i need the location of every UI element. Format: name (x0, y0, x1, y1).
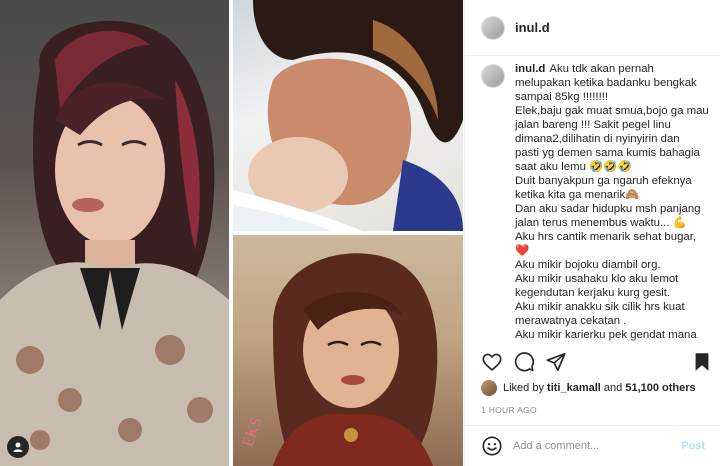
post-media[interactable]: EKS (0, 0, 463, 466)
caption: inul.d Aku tdk akan pernah melupakan keti… (481, 62, 713, 342)
post-detail-panel: inul.d inul.d Aku tdk akan pernah melupak… (464, 0, 720, 466)
post-header: inul.d (465, 0, 720, 56)
caption-line: Dan aku sadar hidupku msh panjang (515, 203, 701, 215)
photo-mother-and-baby (233, 0, 463, 231)
caption-line: ❤️ (515, 245, 530, 257)
caption-line: Elek,baju gak muat smua,bojo ga mau (515, 105, 709, 117)
avatar[interactable] (481, 15, 505, 40)
caption-line: melupakan ketika badanku bengkak (515, 77, 697, 89)
photo-vintage-portrait: EKS (233, 235, 463, 466)
caption-line: Aku mikir bojoku diambil org. (515, 259, 661, 271)
caption-line: jalan bareng !!! Sakit pegel linu (515, 119, 671, 131)
caption-line: jalan terus menembus waktu... 💪 (515, 217, 687, 229)
likes-count[interactable]: 51,100 others (625, 382, 695, 394)
comment-input[interactable] (513, 440, 682, 452)
likes-summary: Liked by titi_kamall and 51,100 others (481, 378, 713, 398)
bookmark-icon[interactable] (691, 351, 713, 373)
heart-icon[interactable] (481, 351, 503, 373)
caption-username[interactable]: inul.d (515, 63, 545, 75)
comment-icon[interactable] (513, 351, 535, 373)
header-username[interactable]: inul.d (515, 20, 550, 35)
likes-prefix: Liked by (503, 382, 544, 394)
caption-line: Duit banyakpun ga ngaruh efeknya (515, 175, 692, 187)
vintage-cover-lettering: EKS (239, 415, 265, 449)
share-icon[interactable] (545, 351, 567, 373)
post-timestamp[interactable]: 1 HOUR AGO (481, 405, 537, 415)
caption-line: ketika kita ga menarik🙈 (515, 189, 640, 201)
caption-text: inul.d Aku tdk akan pernah melupakan keti… (515, 62, 709, 342)
comment-bar: Post (465, 425, 720, 466)
post-comment-button[interactable]: Post (681, 440, 705, 452)
likes-joiner: and (603, 382, 623, 394)
photo-woman-red-hair (0, 0, 229, 466)
caption-line: merawatnya cekatan . (515, 315, 627, 327)
caption-line: sampai 85kg !!!!!!!! (515, 91, 609, 103)
action-bar (481, 348, 713, 376)
user-tag-icon[interactable] (7, 436, 29, 458)
caption-line: pasti yg demen sama kumis bahagia (515, 147, 700, 159)
caption-line: Aku mikir anakku sik cilik hrs kuat (515, 301, 685, 313)
caption-line: dimana2,dilihatin di nyinyirin dan (515, 133, 680, 145)
caption-line: Aku hrs cantik menarik sehat bugar, (515, 231, 697, 243)
liker-username[interactable]: titi_kamall (547, 382, 601, 394)
caption-line: saat aku lemu 🤣🤣🤣 (515, 161, 632, 173)
caption-line: kegendutan kerjaku kurg gesit. (515, 287, 671, 299)
caption-line: Aku mikir usahaku klo aku lemot (515, 273, 679, 285)
caption-line: Aku mikir karierku pek gendat mana (515, 329, 697, 341)
liker-avatar[interactable] (481, 380, 497, 396)
caption-line: Aku tdk akan pernah (549, 63, 654, 75)
emoji-icon[interactable] (481, 435, 503, 457)
caption-avatar[interactable] (481, 64, 505, 88)
